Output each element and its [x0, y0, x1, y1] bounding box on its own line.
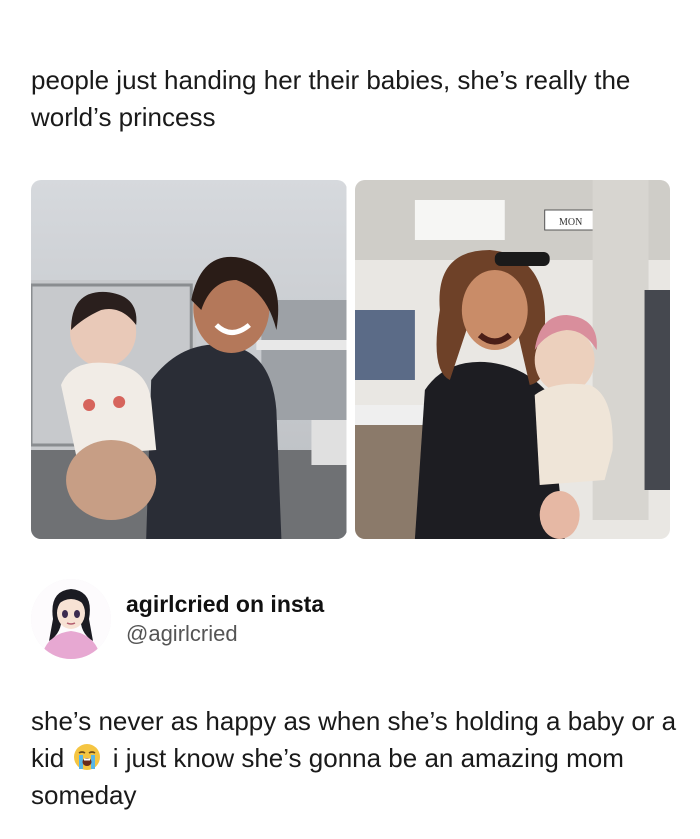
photo-right[interactable]: MON — [354, 180, 670, 539]
tweet-text: she’s never as happy as when she’s holdi… — [31, 703, 681, 814]
tweet-author: agirlcried on insta @agirlcried — [126, 589, 324, 649]
photo-right-image: MON — [354, 180, 670, 539]
store-sign-text: MON — [559, 217, 582, 228]
tweet-text-part-2: i just know she’s gonna be an amazing mo… — [31, 743, 624, 810]
tweet-header: agirlcried on insta @agirlcried — [31, 578, 324, 660]
avatar[interactable] — [31, 579, 111, 659]
photo-grid: MON — [31, 180, 670, 539]
display-name[interactable]: agirlcried on insta — [126, 589, 324, 619]
user-handle[interactable]: @agirlcried — [126, 619, 324, 649]
post-caption: people just handing her their babies, sh… — [31, 65, 631, 132]
loudly-crying-face-icon — [73, 743, 101, 771]
photo-left[interactable] — [31, 180, 347, 539]
profile-picture — [31, 579, 111, 659]
photo-left-image — [31, 180, 347, 539]
